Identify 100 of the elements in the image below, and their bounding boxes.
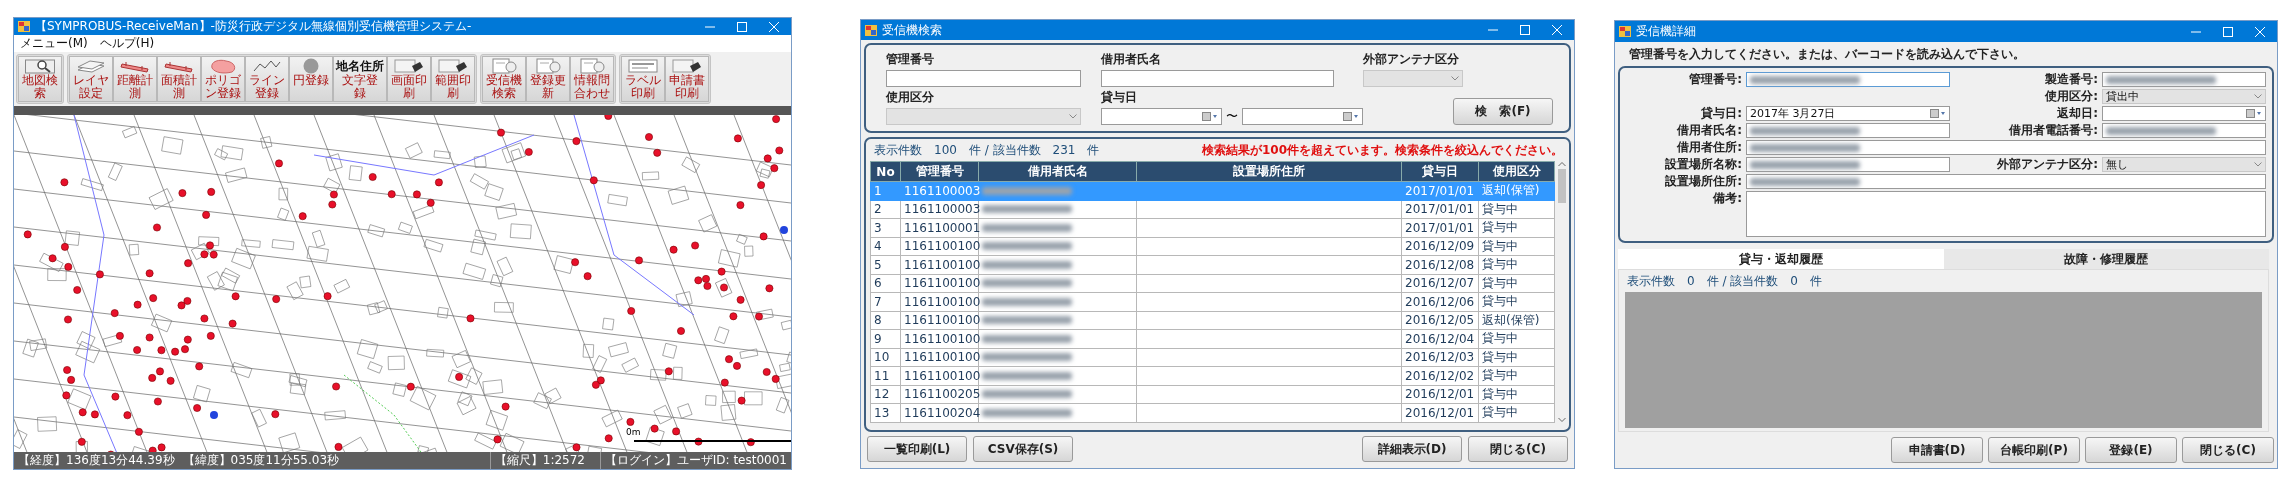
text-field[interactable] — [1746, 123, 1950, 138]
toolbar-button[interactable]: ライン登録 — [245, 56, 289, 102]
toolbar-button[interactable]: 登録更新 — [526, 56, 570, 102]
text-field[interactable] — [1746, 174, 2266, 189]
document-icon — [533, 58, 563, 74]
table-cell: 貸与中 — [1478, 237, 1555, 256]
text-field[interactable] — [886, 70, 1081, 87]
text-field[interactable] — [1101, 70, 1334, 87]
table-cell: 貸与中 — [1478, 292, 1555, 311]
table-cell: 2016/12/05 — [1401, 311, 1479, 330]
action-button[interactable]: 閉じる(C) — [2182, 437, 2274, 463]
column-header[interactable]: 借用者氏名 — [978, 161, 1137, 182]
table-cell: 貸与中 — [1478, 403, 1555, 422]
action-button[interactable]: 台帳印刷(P) — [1988, 437, 2080, 463]
tab[interactable]: 故障・修理履歴 — [1943, 249, 2269, 269]
field-label: 借用者氏名: — [1676, 122, 1742, 139]
date-picker[interactable] — [1242, 108, 1363, 125]
field-label: 管理番号: — [1688, 71, 1742, 88]
window-title: 【SYMPROBUS-ReceiveMan】-防災行政デジタル無線個別受信機管理システム- — [35, 18, 473, 35]
text-field[interactable] — [1746, 140, 2266, 155]
result-count: 表示件数 100 件 / 該当件数 231 件 — [874, 142, 1100, 159]
action-button[interactable]: 申請書(D) — [1891, 437, 1983, 463]
layers-icon — [76, 58, 106, 74]
toolbar-button[interactable]: 情報問合わせ — [570, 56, 614, 102]
menu-item[interactable]: メニュー(M) — [20, 35, 88, 52]
action-button[interactable]: 閉じる(C) — [1468, 436, 1568, 462]
text-field[interactable] — [2102, 72, 2266, 87]
menu-item[interactable]: ヘルプ(H) — [99, 35, 155, 52]
table-cell: 1161100100 — [900, 274, 979, 293]
table-cell: 1161100100 — [900, 292, 979, 311]
calendar-dropdown-icon[interactable] — [1930, 109, 1946, 118]
table-row[interactable]: 3 1161100001 2017/01/01 貸与中 — [870, 218, 1555, 237]
toolbar-button[interactable]: レイヤ設定 — [69, 56, 113, 102]
toolbar-button[interactable]: 地図検索 — [18, 56, 62, 102]
field-label: 使用区分: — [2044, 88, 2098, 105]
toolbar-button[interactable]: 距離計測 — [113, 56, 157, 102]
table-row[interactable]: 5 1161100100 2016/12/08 貸与中 — [870, 255, 1555, 274]
notes-field[interactable] — [1746, 191, 2266, 237]
table-row[interactable]: 10 1161100100 2016/12/03 貸与中 — [870, 348, 1555, 367]
table-row[interactable]: 7 1161100100 2016/12/06 貸与中 — [870, 292, 1555, 311]
tab[interactable]: 貸与・返却履歴 — [1618, 249, 1944, 269]
column-header[interactable]: 貸与日 — [1401, 161, 1479, 182]
date-picker[interactable] — [1101, 108, 1222, 125]
toolbar-button[interactable]: 地名住所 文字登録 — [333, 56, 387, 102]
table-row[interactable]: 8 1161100100 2016/12/05 返却(保管) — [870, 311, 1555, 330]
table-cell: 貸与中 — [1478, 366, 1555, 385]
table-row[interactable]: 12 1161100205 2016/12/01 貸与中 — [870, 385, 1555, 404]
calendar-dropdown-icon[interactable] — [1343, 112, 1359, 121]
toolbar-button[interactable]: 受信機検索 — [482, 56, 526, 102]
toolbar-button[interactable]: 範囲印刷 — [431, 56, 475, 102]
close-icon[interactable] — [2255, 26, 2265, 37]
action-button[interactable]: 登録(E) — [2085, 437, 2177, 463]
text-field[interactable] — [1746, 72, 1950, 87]
toolbar-button[interactable]: 画面印刷 — [387, 56, 431, 102]
window-title: 受信機詳細 — [1636, 23, 1697, 40]
field-label: 管理番号 — [886, 51, 935, 68]
maximize-icon[interactable] — [2223, 26, 2233, 37]
action-button[interactable]: CSV保存(S) — [973, 436, 1073, 462]
column-header[interactable]: No — [870, 161, 901, 182]
calendar-dropdown-icon[interactable] — [1202, 112, 1218, 121]
table-cell: 1161100100 — [900, 348, 979, 367]
date-picker[interactable] — [2102, 106, 2266, 121]
table-row[interactable]: 11 1161100100 2016/12/02 貸与中 — [870, 366, 1555, 385]
field-label: 設置場所名称: — [1664, 156, 1742, 173]
table-cell: 2016/12/01 — [1401, 385, 1479, 404]
column-header[interactable]: 管理番号 — [900, 161, 979, 182]
text-field[interactable] — [1746, 157, 1950, 172]
printer-icon — [438, 58, 468, 74]
table-cell: 7 — [870, 292, 901, 311]
close-icon[interactable] — [1552, 25, 1562, 35]
scroll-thumb[interactable] — [1558, 169, 1566, 203]
toolbar-button[interactable]: 申請書印刷 — [665, 56, 709, 102]
scroll-down-icon[interactable] — [1558, 416, 1566, 423]
search-button[interactable]: 検 索(F) — [1453, 98, 1553, 125]
table-cell: 3 — [870, 218, 901, 237]
toolbar-button[interactable]: ポリゴン登録 — [201, 56, 245, 102]
table-cell: 2016/12/08 — [1401, 255, 1479, 274]
date-picker[interactable]: 2017年 3月27日 — [1746, 106, 1950, 121]
action-button[interactable]: 一覧印刷(L) — [867, 436, 967, 462]
table-cell: 1161100204 — [900, 403, 979, 422]
toolbar-button[interactable]: 円登録 — [289, 56, 333, 102]
maximize-icon[interactable] — [737, 21, 747, 32]
table-row[interactable]: 13 1161100204 2016/12/01 貸与中 — [870, 403, 1555, 422]
toolbar-button[interactable]: ラベル印刷 — [621, 56, 665, 102]
toolbar-button[interactable]: 面積計測 — [157, 56, 201, 102]
scroll-up-icon[interactable] — [1558, 161, 1566, 167]
table-row[interactable]: 6 1161100100 2016/12/07 貸与中 — [870, 274, 1555, 293]
table-row[interactable]: 2 1161100003 2017/01/01 貸与中 — [870, 200, 1555, 219]
document-icon — [577, 58, 607, 74]
action-button[interactable]: 詳細表示(D) — [1362, 436, 1462, 462]
column-header[interactable]: 設置場所住所 — [1136, 161, 1402, 182]
calendar-dropdown-icon[interactable] — [2246, 109, 2262, 118]
text-field[interactable] — [2102, 123, 2266, 138]
table-row[interactable]: 4 1161100100 2016/12/09 貸与中 — [870, 237, 1555, 256]
close-icon[interactable] — [769, 21, 779, 32]
label-sheet-icon — [628, 58, 658, 74]
scrollbar[interactable] — [1557, 161, 1567, 423]
table-row[interactable]: 9 1161100100 2016/12/04 貸与中 — [870, 329, 1555, 348]
column-header[interactable]: 使用区分 — [1478, 161, 1555, 182]
maximize-icon[interactable] — [1520, 25, 1530, 35]
